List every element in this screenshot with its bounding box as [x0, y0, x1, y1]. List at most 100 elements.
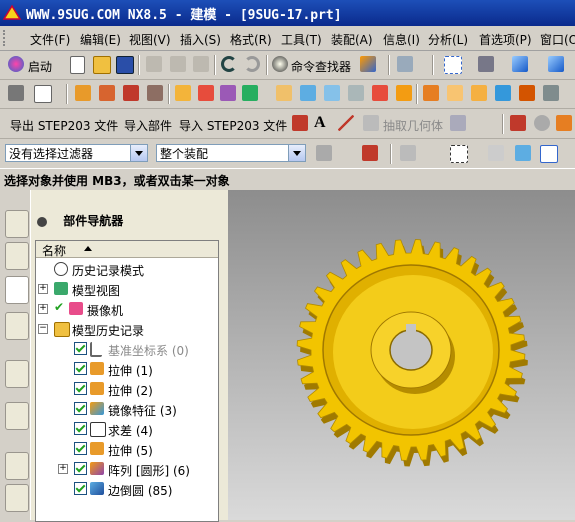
tree-item-model-history[interactable]: − 模型历史记录	[36, 319, 218, 339]
tree-item-edge-blend[interactable]: 边倒圆 (85)	[36, 479, 218, 499]
fit-view-icon[interactable]	[444, 56, 462, 74]
column-header[interactable]: 名称	[36, 241, 218, 258]
cone-icon[interactable]	[471, 85, 487, 101]
import-step-button[interactable]: 导入 STEP203 文件	[179, 117, 287, 134]
menu-format[interactable]: 格式(R)	[230, 31, 272, 48]
menu-preferences[interactable]: 首选项(P)	[479, 31, 532, 48]
menu-insert[interactable]: 插入(S)	[180, 31, 221, 48]
draft-icon[interactable]	[324, 85, 340, 101]
edge-blend-icon[interactable]	[198, 85, 214, 101]
tree-item-extrude-2[interactable]: 拉伸 (2)	[36, 379, 218, 399]
visibility-checkbox[interactable]	[74, 482, 87, 495]
select-feature-icon[interactable]	[488, 145, 504, 161]
sheet-icon[interactable]	[34, 85, 52, 103]
part-navigator-tab[interactable]	[5, 276, 29, 304]
surface-icon[interactable]	[450, 115, 466, 131]
inference-icon[interactable]	[400, 145, 416, 161]
filter-reset-icon[interactable]	[316, 145, 332, 161]
tree-item-extrude-5[interactable]: 拉伸 (5)	[36, 439, 218, 459]
assembly-icon[interactable]	[8, 85, 24, 101]
extract-geometry-button[interactable]: 抽取几何体	[383, 117, 443, 134]
export-step-button[interactable]: 导出 STEP203 文件	[10, 117, 118, 134]
delete-icon[interactable]	[292, 115, 308, 131]
select-tool-icon[interactable]	[397, 56, 413, 72]
gear-model[interactable]	[228, 190, 575, 520]
pin-icon[interactable]	[37, 216, 47, 227]
new-file-icon[interactable]	[70, 56, 85, 74]
extract-geometry-icon[interactable]	[363, 115, 379, 131]
text-icon[interactable]: A	[314, 114, 326, 132]
tree-item-history-mode[interactable]: 历史记录模式	[36, 259, 218, 279]
web-browser-tab[interactable]	[5, 402, 29, 430]
expand-icon[interactable]: +	[38, 284, 48, 294]
menu-edit[interactable]: 编辑(E)	[80, 31, 121, 48]
undo-icon[interactable]	[221, 56, 237, 72]
mirror-icon[interactable]	[543, 85, 559, 101]
start-button-label[interactable]: 启动	[28, 58, 52, 75]
pattern-icon[interactable]	[519, 85, 535, 101]
reuse-library-tab[interactable]	[5, 312, 29, 340]
visibility-checkbox[interactable]	[74, 402, 87, 415]
extrude-icon[interactable]	[75, 85, 91, 101]
expand-icon[interactable]: +	[58, 464, 68, 474]
chevron-down-icon[interactable]	[130, 145, 147, 161]
tree-item-cameras[interactable]: + ✔ 摄像机	[36, 299, 218, 319]
redo-icon[interactable]	[244, 56, 260, 72]
command-finder-label[interactable]: 命令查找器	[291, 58, 351, 75]
expand-icon[interactable]: +	[38, 304, 48, 314]
gear-icon[interactable]	[534, 115, 550, 131]
constraint-navigator-tab[interactable]	[5, 242, 29, 270]
sweep-icon[interactable]	[123, 85, 139, 101]
hole-icon[interactable]	[147, 85, 163, 101]
system-materials-tab[interactable]	[5, 484, 29, 512]
visibility-checkbox[interactable]	[74, 422, 87, 435]
render-style-icon[interactable]	[478, 56, 494, 72]
graphics-window[interactable]	[228, 190, 575, 520]
start-icon[interactable]	[8, 56, 24, 72]
copy-icon[interactable]	[170, 56, 186, 72]
visibility-checkbox[interactable]	[74, 462, 87, 475]
assembly-navigator-tab[interactable]	[5, 210, 29, 238]
type-filter-dropdown[interactable]: 没有选择过滤器	[5, 144, 148, 162]
sketch-icon[interactable]	[510, 115, 526, 131]
sphere-icon[interactable]	[495, 85, 511, 101]
tree-item-subtract[interactable]: 求差 (4)	[36, 419, 218, 439]
selection-filter-icon[interactable]	[360, 56, 376, 72]
tree-item-datum-csys[interactable]: 基准坐标系 (0)	[36, 339, 218, 359]
snap-point-icon[interactable]	[362, 145, 378, 161]
menu-info[interactable]: 信息(I)	[383, 31, 420, 48]
tree-item-circular-pattern[interactable]: + 阵列 [圆形] (6)	[36, 459, 218, 479]
visibility-checkbox[interactable]	[74, 362, 87, 375]
menu-file[interactable]: 文件(F)	[30, 31, 70, 48]
thicken-icon[interactable]	[396, 85, 412, 101]
split-body-icon[interactable]	[372, 85, 388, 101]
chevron-down-icon[interactable]	[288, 145, 305, 161]
menu-view[interactable]: 视图(V)	[129, 31, 171, 48]
snap-grid-icon[interactable]	[540, 145, 558, 163]
block-icon[interactable]	[423, 85, 439, 101]
boolean-icon[interactable]	[175, 85, 191, 101]
select-body-icon[interactable]	[515, 145, 531, 161]
open-file-icon[interactable]	[93, 56, 111, 74]
shell-icon[interactable]	[300, 85, 316, 101]
tree-item-mirror-feature[interactable]: 镜像特征 (3)	[36, 399, 218, 419]
cylinder-icon[interactable]	[447, 85, 463, 101]
tree-item-model-views[interactable]: + 模型视图	[36, 279, 218, 299]
import-part-button[interactable]: 导入部件	[124, 117, 172, 134]
selection-scope-dropdown[interactable]: 整个装配	[156, 144, 306, 162]
datum-icon[interactable]	[242, 85, 258, 101]
shaded-cube-icon[interactable]	[512, 56, 528, 72]
menu-tools[interactable]: 工具(T)	[281, 31, 322, 48]
menu-analysis[interactable]: 分析(L)	[428, 31, 468, 48]
menu-window[interactable]: 窗口(O)	[540, 31, 575, 48]
chamfer-icon[interactable]	[220, 85, 236, 101]
command-finder-icon[interactable]	[272, 56, 288, 72]
visibility-checkbox[interactable]	[74, 342, 87, 355]
paste-icon[interactable]	[193, 56, 209, 72]
tree-item-extrude-1[interactable]: 拉伸 (1)	[36, 359, 218, 379]
menu-assembly[interactable]: 装配(A)	[331, 31, 373, 48]
cut-icon[interactable]	[146, 56, 162, 72]
visibility-checkbox[interactable]	[74, 442, 87, 455]
hd3d-tools-tab[interactable]	[5, 360, 29, 388]
line-icon[interactable]	[338, 115, 354, 131]
